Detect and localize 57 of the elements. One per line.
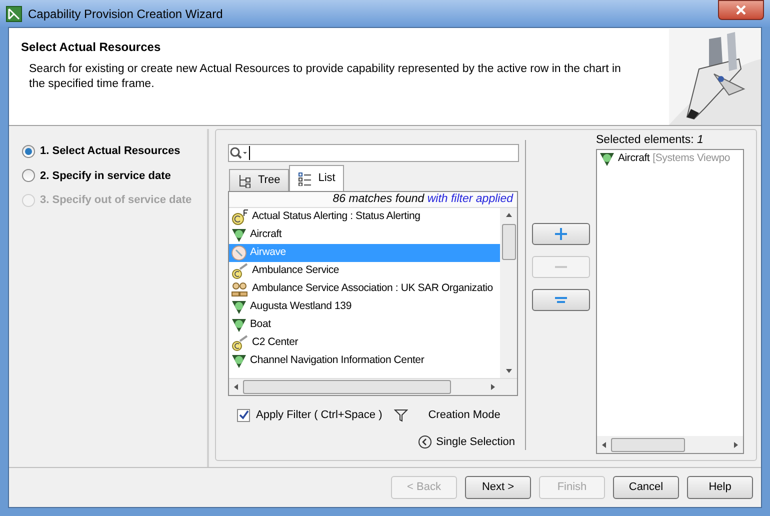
capability-icon <box>231 209 249 225</box>
list-item[interactable]: Aircraft <box>229 226 500 244</box>
creation-mode-link[interactable]: Creation Mode <box>428 407 500 424</box>
step-radio[interactable] <box>22 169 35 182</box>
list-item[interactable]: Actual Status Alerting : Status Alerting <box>229 208 500 226</box>
back-circle-icon[interactable] <box>418 434 432 449</box>
capability-wrench-icon <box>231 263 249 279</box>
tab[interactable]: Tree <box>229 169 290 191</box>
page-description: Search for existing or create new Actual Resources to provide capability represented by the active row in the chart in the specified time frame. <box>28 62 621 92</box>
search-field[interactable] <box>228 144 519 162</box>
scrollbar-thumb[interactable] <box>611 438 685 452</box>
horizontal-scrollbar[interactable] <box>597 436 743 453</box>
step-label: 2. Specify in service date <box>40 168 171 184</box>
shield-icon <box>231 299 247 315</box>
close-button[interactable] <box>718 0 764 20</box>
list-icon <box>298 172 312 186</box>
filter-icon[interactable] <box>394 408 408 422</box>
list-item[interactable]: Ambulance Service Association : UK SAR Organizatio <box>229 280 500 298</box>
list-item[interactable]: Ambulance Service <box>229 262 500 280</box>
page-title: Select Actual Resources <box>21 39 162 56</box>
step-label: 3. Specify out of service date <box>40 193 192 208</box>
horizontal-scrollbar[interactable] <box>229 378 517 395</box>
apply-filter-label: Apply Filter ( Ctrl+Space ) <box>256 408 382 423</box>
list-item[interactable]: Augusta Westland 139 <box>229 298 500 316</box>
tab[interactable]: List <box>289 165 344 191</box>
shield-icon <box>231 317 247 333</box>
selected-element[interactable]: Aircraft <box>618 151 650 168</box>
dialog-button[interactable]: Cancel <box>613 476 679 499</box>
replace-button[interactable] <box>532 289 590 311</box>
match-count-text: 86 matches found with filter applied <box>332 192 513 207</box>
scrollbar-thumb[interactable] <box>502 224 516 260</box>
single-selection-link[interactable]: Single Selection <box>436 434 515 450</box>
shield-icon <box>231 227 247 243</box>
list-item[interactable]: Channel Navigation Information Center <box>229 352 500 370</box>
window-title: Capability Provision Creation Wizard <box>28 6 223 22</box>
close-icon <box>736 4 746 14</box>
add-icon <box>554 227 568 241</box>
tree-icon <box>238 174 252 188</box>
disc-icon <box>231 245 247 261</box>
people-icon <box>231 281 249 297</box>
list-item[interactable]: Boat <box>229 316 500 334</box>
add-button[interactable] <box>532 223 590 245</box>
app-icon <box>6 6 22 22</box>
vertical-scrollbar[interactable] <box>500 208 517 378</box>
list-item[interactable]: C2 Center <box>229 334 500 352</box>
shield-icon <box>599 151 615 168</box>
apply-filter-checkbox[interactable] <box>237 408 250 422</box>
scrollbar-thumb[interactable] <box>243 380 451 394</box>
shield-icon <box>231 353 247 369</box>
dialog-button[interactable]: Help <box>687 476 753 499</box>
capability-wrench-icon <box>231 335 249 351</box>
search-icon <box>229 146 249 160</box>
step-label: 1. Select Actual Resources <box>40 144 180 159</box>
selected-elements-label: Selected elements: 1 <box>596 133 704 148</box>
dialog-button[interactable]: Next > <box>465 476 531 499</box>
element-owner: [Systems Viewpo <box>652 151 730 166</box>
step-radio[interactable] <box>22 144 35 158</box>
